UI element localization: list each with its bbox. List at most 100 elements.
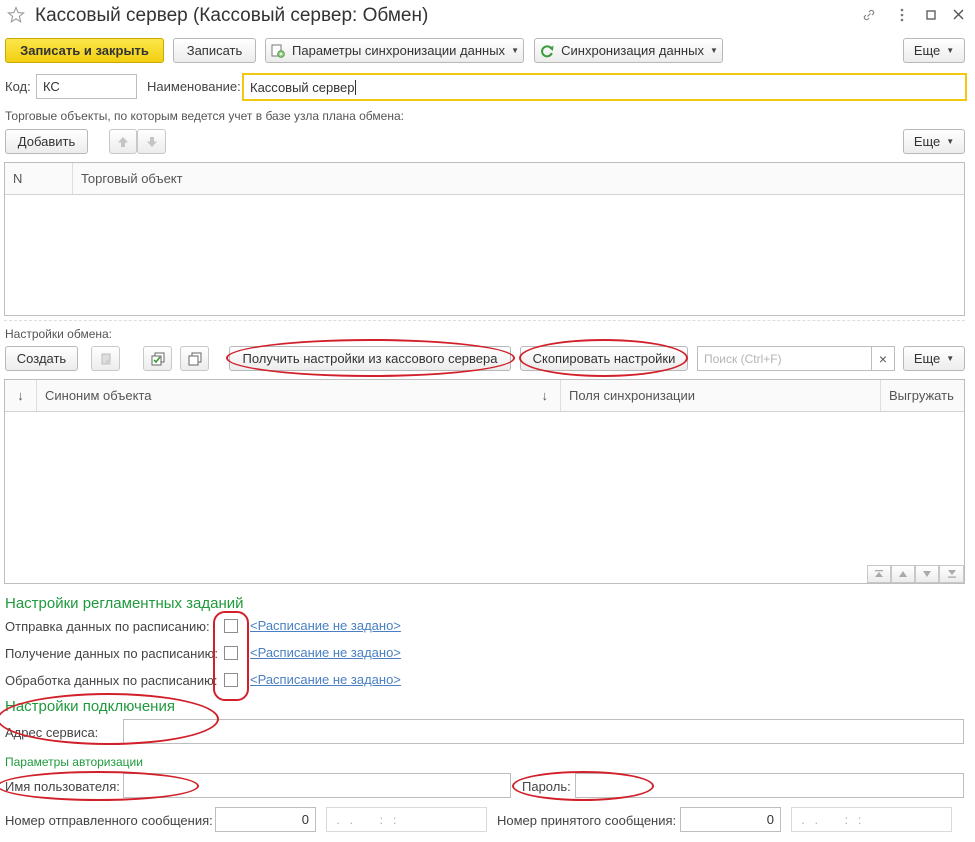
save-and-close-button[interactable]: Записать и закрыть [5,38,164,63]
receive-schedule-checkbox[interactable] [224,646,238,660]
text-cursor [355,79,357,95]
to-bottom-icon [947,570,956,578]
copy-icon [188,352,201,365]
username-input[interactable] [123,773,511,798]
clear-icon: × [878,350,888,367]
column-trade-object[interactable]: Торговый объект [73,163,964,194]
sent-message-label: Номер отправленного сообщения: [5,813,213,828]
sync-params-label: Параметры синхронизации данных [292,43,506,58]
table-header: ↓ Синоним объекта ↓ Поля синхронизации В… [5,380,964,412]
arrow-down-icon [146,136,157,147]
send-schedule-checkbox[interactable] [224,619,238,633]
arrow-up-icon [118,136,128,147]
send-schedule-link[interactable]: <Расписание не задано> [250,618,401,633]
chevron-down-icon: ▼ [946,354,955,363]
sort-arrow-icon: ↓ [17,388,24,403]
code-label: Код: [5,79,31,94]
sent-message-input[interactable]: 0 [215,807,316,832]
search-placeholder: Поиск (Ctrl+F) [704,351,782,366]
trade-objects-table[interactable]: N Торговый объект [4,162,965,316]
move-down-button[interactable] [137,129,166,154]
chevron-down-icon: ▼ [709,46,718,55]
column-sync-fields[interactable]: Поля синхронизации [561,380,881,411]
exchange-more-label: Еще [913,351,941,366]
sent-date-value: . . : : [333,812,397,827]
to-top-icon [875,570,883,577]
chevron-down-icon: ▼ [946,46,955,55]
process-schedule-checkbox[interactable] [224,673,238,687]
sync-data-button[interactable]: Синхронизация данных ▼ [534,38,723,63]
sent-date-input[interactable]: . . : : [326,807,487,832]
auth-section-title: Параметры авторизации [5,755,143,769]
copy-disabled-button[interactable] [91,346,120,371]
exchange-settings-caption: Настройки обмена: [5,327,113,341]
more-button[interactable]: Еще ▼ [903,38,965,63]
create-button[interactable]: Создать [5,346,78,371]
up-icon [899,571,907,577]
get-settings-button[interactable]: Получить настройки из кассового сервера [229,346,511,371]
move-up-button[interactable] [109,129,137,154]
received-message-value: 0 [766,812,774,827]
sent-message-value: 0 [301,812,309,827]
name-label: Наименование: [147,79,241,94]
received-date-value: . . : : [798,812,862,827]
scroll-top-button[interactable] [867,565,891,583]
received-message-input[interactable]: 0 [680,807,781,832]
sync-params-button[interactable]: Параметры синхронизации данных ▼ [265,38,524,63]
down-icon [923,571,931,577]
favorite-star-icon[interactable] [7,6,25,24]
search-clear-button[interactable]: × [871,346,895,371]
column-export[interactable]: Выгружать [881,380,964,411]
sync-refresh-icon [539,43,555,59]
column-object-synonym-label: Синоним объекта [45,388,152,403]
add-button[interactable]: Добавить [5,129,88,154]
maximize-icon[interactable] [926,9,937,20]
chevron-down-icon: ▼ [946,137,955,146]
more-vertical-icon[interactable] [895,6,909,24]
password-label: Пароль: [522,779,571,794]
more-label: Еще [913,43,941,58]
username-label: Имя пользователя: [5,779,120,794]
scheduled-section-title: Настройки регламентных заданий [5,595,244,612]
send-schedule-label: Отправка данных по расписанию: [5,619,210,634]
column-object-synonym[interactable]: Синоним объекта ↓ [37,380,561,411]
scroll-up-button[interactable] [891,565,915,583]
trade-objects-caption: Торговые объекты, по которым ведется уче… [5,109,404,123]
receive-schedule-link[interactable]: <Расписание не задано> [250,645,401,660]
link-icon[interactable] [861,7,877,23]
edit-list-icon [151,352,164,365]
window-title: Кассовый сервер (Кассовый сервер: Обмен) [35,5,429,26]
sort-arrow-icon: ↓ [541,388,549,403]
trade-more-label: Еще [913,134,941,149]
sort-order-column[interactable]: ↓ [5,380,37,411]
scroll-bottom-button[interactable] [939,565,964,583]
code-input[interactable]: КС [36,74,137,99]
column-n[interactable]: N [5,163,73,194]
receive-schedule-label: Получение данных по расписанию: [5,646,218,661]
copy-settings-button[interactable]: Скопировать настройки [520,346,688,371]
name-value: Кассовый сервер [250,79,355,95]
exchange-settings-table[interactable]: ↓ Синоним объекта ↓ Поля синхронизации В… [4,379,965,584]
edit-button[interactable] [143,346,172,371]
password-input[interactable] [575,773,964,798]
exchange-more-button[interactable]: Еще ▼ [903,346,965,371]
code-value: КС [43,79,60,94]
name-input[interactable]: Кассовый сервер [242,73,967,101]
received-message-label: Номер принятого сообщения: [497,813,677,828]
document-icon [101,353,110,364]
process-schedule-link[interactable]: <Расписание не задано> [250,672,401,687]
trade-more-button[interactable]: Еще ▼ [903,129,965,154]
copy-button[interactable] [180,346,209,371]
process-schedule-label: Обработка данных по расписанию: [5,673,218,688]
service-address-label: Адрес сервиса: [5,725,99,740]
save-button[interactable]: Записать [173,38,256,63]
scroll-down-button[interactable] [915,565,939,583]
service-address-input[interactable] [123,719,964,744]
separator [4,320,965,321]
settings-gear-icon [270,43,286,59]
sync-data-label: Синхронизация данных [561,43,704,58]
received-date-input[interactable]: . . : : [791,807,952,832]
chevron-down-icon: ▼ [511,46,519,55]
search-input[interactable]: Поиск (Ctrl+F) [697,346,872,371]
close-icon[interactable] [952,8,965,21]
